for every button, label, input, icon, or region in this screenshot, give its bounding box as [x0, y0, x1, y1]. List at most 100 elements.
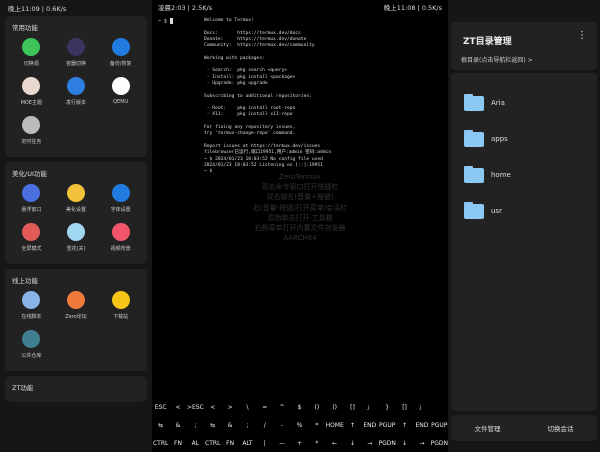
status-bar: 晚上11:09 | 0.6K/s [0, 0, 152, 16]
status-bar: 凌晨2:03 | 2.5K/s晚上11:08 | 0.5K/s [152, 0, 448, 14]
feature-item[interactable]: MOE主题 [9, 77, 54, 106]
feature-item[interactable]: 备份/恢复 [98, 38, 143, 67]
feature-icon [22, 116, 40, 134]
extra-key[interactable]: ESC [152, 400, 169, 416]
extra-key[interactable]: → [413, 436, 430, 452]
extra-key[interactable]: $ [291, 400, 308, 416]
extra-key[interactable]: → [361, 436, 378, 452]
folder-item[interactable]: usr [451, 193, 597, 229]
feature-icon [112, 223, 130, 241]
extra-key[interactable]: () [326, 400, 344, 416]
feature-label: MOE主题 [21, 99, 42, 106]
extra-key[interactable]: * [308, 418, 325, 434]
extra-key[interactable]: % [291, 418, 308, 434]
extra-key[interactable]: ALT [239, 436, 256, 452]
feature-item[interactable]: Zero论坛 [54, 291, 99, 320]
extra-key[interactable]: * [308, 436, 325, 452]
section-card: 常用功能切换源容器切换备份/恢复 MOE主题 发行版本 QEMU 定时任务 [5, 16, 147, 157]
extra-key[interactable]: END [413, 418, 430, 434]
extra-key[interactable]: / [256, 418, 273, 434]
feature-label: 发行版本 [66, 99, 86, 106]
feature-label: 公共仓库 [21, 352, 41, 359]
more-icon[interactable]: ⋮ [577, 30, 587, 41]
extra-key[interactable]: = [256, 400, 273, 416]
extra-key[interactable]: + [291, 436, 308, 452]
extra-key[interactable]: 」 [413, 400, 430, 416]
feature-icon [22, 291, 40, 309]
extra-key[interactable]: CTRL [204, 436, 221, 452]
extra-key[interactable]: \ [239, 400, 256, 416]
extra-key[interactable]: < [169, 400, 186, 416]
section-title: 美化/UI功能 [9, 166, 143, 184]
feature-item[interactable]: 公共仓库 [9, 330, 54, 359]
extra-key[interactable]: & [169, 418, 186, 434]
extra-key[interactable]: & [221, 418, 238, 434]
extra-key[interactable]: PGDN [431, 436, 448, 452]
feature-icon [67, 77, 85, 95]
extra-key[interactable]: ↓ [396, 436, 413, 452]
extra-key[interactable]: ← [326, 436, 344, 452]
extra-key[interactable]: | [256, 436, 273, 452]
feature-item[interactable]: 字体设置 [98, 184, 143, 213]
extra-key[interactable]: ↑ [396, 418, 413, 434]
section-card: 线上功能在线脚本Zero论坛下载站公共仓库 [5, 269, 147, 371]
extra-key[interactable]: [] [396, 400, 413, 416]
extra-key[interactable]: ; [187, 418, 204, 434]
file-drawer: ZT目录管理 ⋮ 根目录(点击导航栏返回) > Ariaappshomeusr … [448, 0, 600, 452]
extra-key[interactable]: < [204, 400, 221, 416]
feature-item[interactable]: 视频背景 [98, 223, 143, 252]
switch-session-button[interactable]: 切换会话 [548, 423, 574, 433]
extra-key[interactable]: () [308, 400, 325, 416]
extra-key[interactable]: END [361, 418, 378, 434]
extra-key[interactable]: PGDN [379, 436, 396, 452]
feature-icon [22, 38, 40, 56]
feature-item[interactable]: 下载站 [98, 291, 143, 320]
extra-key[interactable]: > [221, 400, 238, 416]
feature-item[interactable]: 定时任务 [9, 116, 54, 145]
extra-key[interactable]: FN [169, 436, 186, 452]
extra-key[interactable]: AL [187, 436, 204, 452]
section-card: ZT功能 [5, 376, 147, 402]
folder-name: apps [491, 135, 508, 143]
extra-key[interactable]: ; [239, 418, 256, 434]
terminal[interactable]: 凌晨2:03 | 2.5K/s晚上11:08 | 0.5K/s ~ $ Welc… [152, 0, 448, 452]
terminal-prompt: ~ $ [158, 18, 173, 25]
extra-key[interactable]: HOME [326, 418, 344, 434]
extra-key[interactable]: PGUP [431, 418, 448, 434]
hint-line: 双击锁左(音量+按键) [152, 192, 448, 202]
extra-key[interactable]: } [379, 400, 396, 416]
section-title: 常用功能 [9, 20, 143, 38]
file-list: Aria apps home usr [451, 73, 597, 411]
feature-item[interactable]: 发行版本 [54, 77, 99, 106]
extra-key[interactable]: ^ [274, 400, 291, 416]
folder-item[interactable]: Aria [451, 85, 597, 121]
breadcrumb[interactable]: 根目录(点击导航栏返回) > [461, 55, 533, 64]
file-manager-button[interactable]: 文件管理 [475, 423, 501, 433]
feature-item[interactable]: 雪花(关) [54, 223, 99, 252]
feature-item[interactable]: 在线脚本 [9, 291, 54, 320]
feature-item[interactable]: 全屏模式 [9, 223, 54, 252]
extra-key[interactable]: ↓ [344, 436, 361, 452]
extra-key[interactable]: CTRL [152, 436, 169, 452]
extra-key[interactable]: 」 [361, 400, 378, 416]
folder-item[interactable]: apps [451, 121, 597, 157]
extra-key[interactable]: - [274, 418, 291, 434]
folder-name: home [491, 171, 511, 179]
extra-key[interactable] [431, 400, 448, 416]
extra-key[interactable]: FN [221, 436, 238, 452]
extra-key[interactable]: [] [344, 400, 361, 416]
feature-item[interactable]: 容器切换 [54, 38, 99, 67]
drawer-title: ZT目录管理 [463, 34, 512, 47]
feature-item[interactable]: 悬浮窗口 [9, 184, 54, 213]
folder-item[interactable]: home [451, 157, 597, 193]
extra-key[interactable]: ↑ [344, 418, 361, 434]
extra-key[interactable]: ⇆ [204, 418, 221, 434]
folder-icon [464, 168, 484, 183]
feature-item[interactable]: QEMU [98, 77, 143, 106]
feature-item[interactable]: 切换源 [9, 38, 54, 67]
extra-key[interactable]: ⇆ [152, 418, 169, 434]
extra-key[interactable]: >ESC [187, 400, 204, 416]
extra-key[interactable]: — [274, 436, 291, 452]
feature-item[interactable]: 美化设置 [54, 184, 99, 213]
extra-key[interactable]: PGUP [379, 418, 396, 434]
